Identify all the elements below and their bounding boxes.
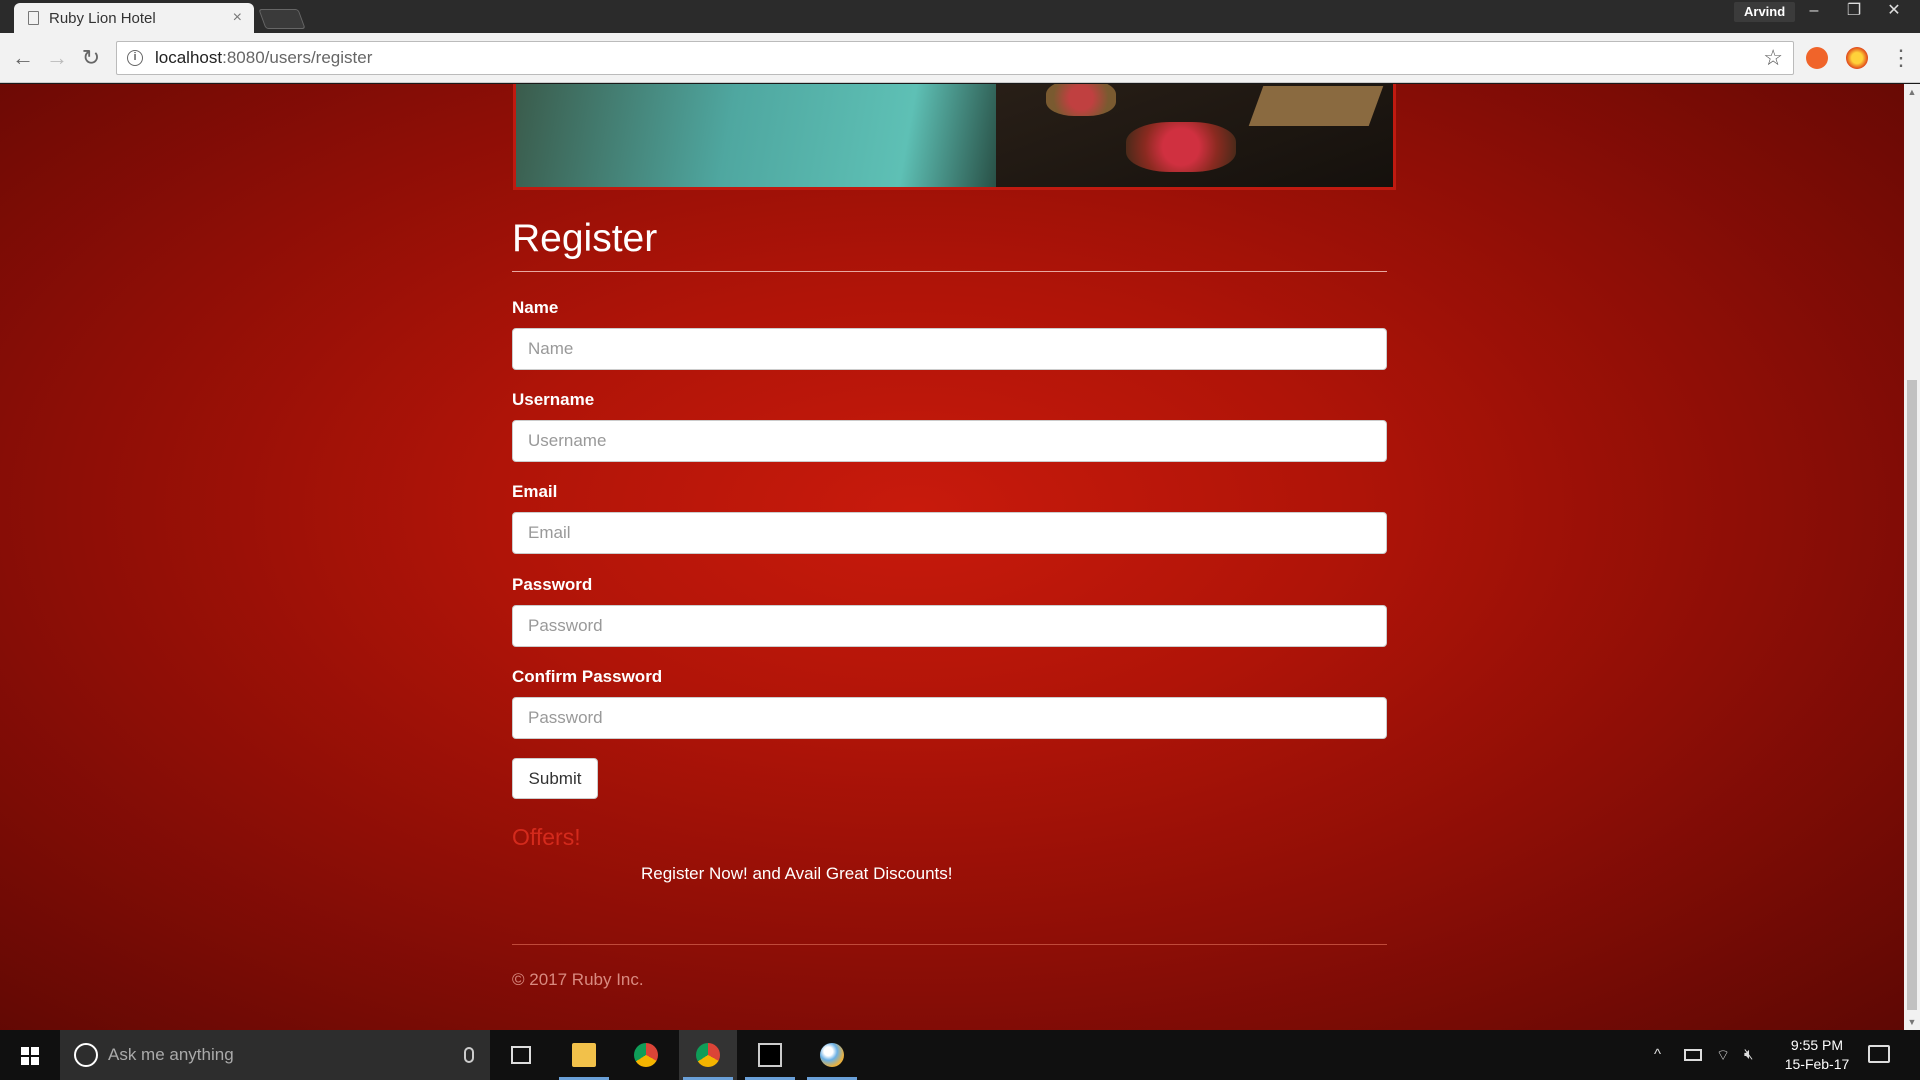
page-scrollbar[interactable]: ▲ ▼	[1904, 84, 1920, 1030]
scroll-up-icon[interactable]: ▲	[1904, 84, 1920, 100]
extension-icon[interactable]	[1806, 47, 1828, 69]
taskbar-terminal[interactable]	[741, 1030, 799, 1080]
name-input[interactable]	[512, 328, 1387, 370]
name-label: Name	[512, 298, 559, 317]
windows-taskbar: Ask me anything ^ ⌔ 🔇︎ 9:55 PM 15-Feb-17	[0, 1030, 1920, 1080]
password-label: Password	[512, 575, 593, 594]
cortana-icon	[74, 1043, 98, 1067]
scroll-down-icon[interactable]: ▼	[1904, 1014, 1920, 1030]
extension-fire-icon[interactable]	[1846, 47, 1868, 69]
search-placeholder: Ask me anything	[108, 1045, 234, 1064]
browser-tab[interactable]: Ruby Lion Hotel ×	[14, 3, 254, 33]
username-label: Username	[512, 390, 595, 409]
windows-logo-icon	[21, 1047, 39, 1065]
taskbar-chrome[interactable]	[617, 1030, 675, 1080]
email-label: Email	[512, 482, 558, 501]
browser-menu-icon[interactable]: ⋮	[1890, 45, 1912, 71]
file-explorer-icon	[572, 1043, 596, 1067]
browser-toolbar: ← → ↻ i localhost:8080/users/register ☆ …	[0, 33, 1920, 83]
paint-icon	[820, 1043, 844, 1067]
taskbar-chrome-active[interactable]	[679, 1030, 737, 1080]
page-icon	[28, 11, 39, 25]
scrollbar-thumb[interactable]	[1907, 380, 1917, 1010]
confirm-password-input[interactable]	[512, 697, 1387, 739]
minimize-button[interactable]: –	[1794, 0, 1834, 22]
info-icon[interactable]: i	[127, 50, 143, 66]
action-center-icon[interactable]	[1868, 1045, 1890, 1063]
copyright-text: © 2017 Ruby Inc.	[512, 970, 644, 989]
restore-button[interactable]: ❐	[1834, 0, 1874, 22]
reload-button[interactable]: ↻	[78, 45, 104, 71]
hotel-banner-image	[513, 84, 1396, 190]
microphone-icon[interactable]	[464, 1047, 474, 1063]
footer-divider	[512, 944, 1387, 945]
task-view-icon	[511, 1046, 531, 1064]
task-view-button[interactable]	[492, 1030, 550, 1080]
new-tab-button[interactable]	[258, 9, 306, 29]
start-button[interactable]	[0, 1030, 60, 1080]
system-clock[interactable]: 9:55 PM 15-Feb-17	[1772, 1036, 1862, 1074]
tab-title: Ruby Lion Hotel	[49, 9, 156, 27]
title-divider	[512, 271, 1387, 272]
tray-overflow-icon[interactable]: ^	[1654, 1046, 1661, 1063]
page-viewport: Register Name Username Email Password Co…	[0, 84, 1904, 1030]
email-input[interactable]	[512, 512, 1387, 554]
forward-button[interactable]: →	[44, 45, 70, 71]
confirm-password-label: Confirm Password	[512, 667, 663, 686]
taskbar-file-explorer[interactable]	[555, 1030, 613, 1080]
battery-icon[interactable]	[1684, 1049, 1702, 1061]
url-path: :8080/users/register	[222, 48, 373, 67]
browser-titlebar: Ruby Lion Hotel × Arvind – ❐ ✕	[0, 0, 1920, 33]
submit-button[interactable]: Submit	[512, 758, 598, 799]
tab-close-icon[interactable]: ×	[233, 9, 242, 27]
close-window-button[interactable]: ✕	[1874, 0, 1914, 22]
wifi-icon[interactable]: ⌔	[1716, 1046, 1730, 1065]
terminal-icon	[758, 1043, 782, 1067]
address-bar[interactable]: i localhost:8080/users/register ☆	[116, 41, 1794, 75]
offers-heading: Offers!	[512, 824, 581, 850]
chrome-icon	[634, 1043, 658, 1067]
profile-button[interactable]: Arvind	[1734, 2, 1796, 22]
volume-muted-icon[interactable]: 🔇︎	[1744, 1046, 1753, 1063]
chrome-icon	[696, 1043, 720, 1067]
back-button[interactable]: ←	[10, 45, 36, 71]
page-title: Register	[512, 217, 658, 260]
taskbar-paint[interactable]	[803, 1030, 861, 1080]
offers-text: Register Now! and Avail Great Discounts!	[641, 864, 953, 883]
clock-time: 9:55 PM	[1790, 1037, 1844, 1053]
cortana-search-box[interactable]: Ask me anything	[60, 1030, 490, 1080]
clock-date: 15-Feb-17	[1784, 1056, 1850, 1072]
url-host: localhost	[155, 48, 223, 67]
password-input[interactable]	[512, 605, 1387, 647]
bookmark-star-icon[interactable]: ☆	[1763, 45, 1783, 71]
username-input[interactable]	[512, 420, 1387, 462]
